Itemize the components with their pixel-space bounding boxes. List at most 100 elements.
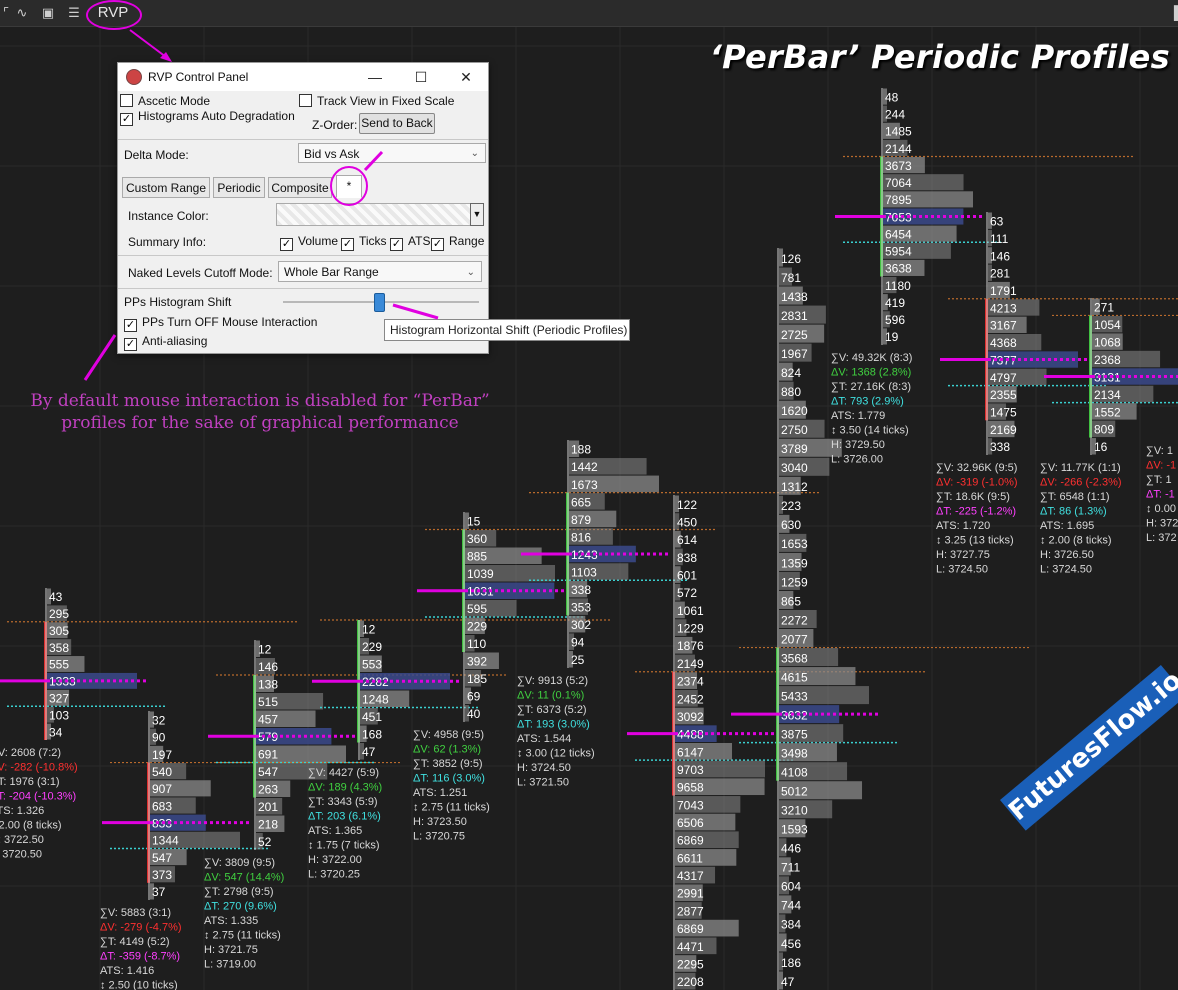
report-icon[interactable]: ▣	[40, 5, 56, 21]
pps-mouse-checkbox[interactable]: ✓ PPs Turn OFF Mouse Interaction	[124, 315, 317, 332]
row-volume-label: 146	[258, 660, 278, 674]
row-volume-label: 824	[781, 366, 801, 380]
checkmark-icon[interactable]: ✓	[341, 238, 354, 251]
row-volume-label: 185	[467, 672, 487, 686]
row-volume-label: 865	[781, 594, 801, 608]
panel-titlebar[interactable]: RVP Control Panel — ☐ ✕	[118, 63, 488, 91]
auto-degradation-checkbox[interactable]: ✓ Histograms Auto Degradation	[120, 109, 295, 126]
row-volume-label: 2134	[1094, 388, 1121, 402]
checkmark-icon[interactable]: ✓	[390, 238, 403, 251]
checkmark-icon[interactable]: ✓	[431, 238, 444, 251]
crosshair-icon[interactable]: ⌜	[0, 5, 14, 21]
summary-range-checkbox[interactable]: ✓ Range	[431, 234, 484, 251]
summary-volume-checkbox[interactable]: ✓ Volume	[280, 234, 338, 251]
row-volume-label: 229	[467, 620, 487, 634]
tab-custom-range[interactable]: Custom Range	[122, 177, 210, 198]
row-volume-label: 572	[677, 586, 697, 600]
edge-stat-label: H: 372	[1146, 518, 1178, 530]
close-icon[interactable]: ✕	[453, 67, 479, 87]
summary-stat-label: ΔV: -279 (-4.7%)	[100, 922, 182, 934]
app-icon	[126, 69, 142, 85]
list-icon[interactable]: ☰	[66, 5, 82, 21]
checkbox-icon[interactable]	[120, 94, 133, 107]
row-volume-label: 295	[49, 607, 69, 621]
summary-stat-label: ΔT: 116 (3.0%)	[413, 773, 485, 785]
summary-stat-label: H: 3724.50	[517, 762, 571, 774]
summary-stat-label: H: 3727.75	[936, 549, 990, 561]
checkmark-icon[interactable]: ✓	[124, 319, 137, 332]
color-dropdown-icon[interactable]: ▼	[470, 203, 484, 226]
row-volume-label: 2877	[677, 904, 704, 918]
row-volume-label: 2991	[677, 887, 704, 901]
summary-ticks-checkbox[interactable]: ✓ Ticks	[341, 234, 387, 251]
summary-stat-label: ∑V: 49.32K (8:3)	[831, 352, 912, 364]
delta-mode-select[interactable]: Bid vs Ask ⌄	[298, 143, 486, 163]
row-volume-label: 302	[571, 618, 591, 632]
row-volume-label: 19	[885, 330, 899, 344]
row-volume-label: 3638	[885, 262, 912, 276]
row-volume-label: 110	[467, 637, 486, 651]
toolbar: ⌜ ∿ ▣ ☰ RVP ▐	[0, 0, 1178, 30]
summary-stat-label: ∑V: 3809 (9:5)	[204, 857, 275, 869]
row-volume-label: 281	[990, 267, 1010, 281]
summary-stat-label: ΔV: 1368 (2.8%)	[831, 367, 911, 379]
row-volume-label: 744	[781, 899, 801, 913]
summary-stat-label: ΔT: -359 (-8.7%)	[100, 951, 180, 963]
minimize-icon[interactable]: —	[362, 67, 388, 87]
row-volume-label: 47	[781, 975, 795, 989]
row-volume-label: 111	[990, 232, 1009, 246]
row-volume-label: 338	[990, 440, 1010, 454]
summary-stat-label: ∑T: 1976 (3:1)	[0, 776, 60, 788]
summary-stat-label: ∑T: 3343 (5:9)	[308, 796, 378, 808]
edge-stat-label: ΔV: -1	[1146, 460, 1176, 472]
pps-shift-label: PPs Histogram Shift	[124, 295, 232, 309]
ascetic-mode-checkbox[interactable]: Ascetic Mode	[120, 94, 210, 108]
checkmark-icon[interactable]: ✓	[124, 338, 137, 351]
row-volume-label: 103	[49, 708, 69, 722]
pps-shift-slider-thumb[interactable]	[374, 293, 385, 312]
row-volume-label: 2374	[677, 675, 704, 689]
checkmark-icon[interactable]: ✓	[280, 238, 293, 251]
scroll-handle-icon[interactable]: ▐	[1166, 5, 1178, 21]
tab-composite[interactable]: Composite	[268, 177, 332, 198]
summary-ats-checkbox[interactable]: ✓ ATS	[390, 234, 430, 251]
edge-stat-label: ∑V: 1	[1146, 445, 1173, 457]
instance-color-swatch[interactable]	[276, 203, 472, 226]
summary-stat-label: ∑V: 11.77K (1:1)	[1040, 462, 1121, 474]
page-title: ‘PerBar’ Periodic Profiles	[709, 38, 1170, 76]
summary-stat-label: ∑T: 6548 (1:1)	[1040, 491, 1110, 503]
delta-mode-label: Delta Mode:	[124, 148, 189, 162]
summary-info-label: Summary Info:	[128, 235, 207, 249]
row-volume-label: 263	[258, 783, 278, 797]
row-volume-label: 1248	[362, 693, 389, 707]
maximize-icon[interactable]: ☐	[408, 67, 434, 87]
row-volume-label: 547	[152, 851, 172, 865]
row-volume-label: 838	[677, 551, 697, 565]
divider	[118, 255, 488, 256]
summary-stat-label: ΔV: -266 (-2.3%)	[1040, 477, 1122, 489]
panel-title: RVP Control Panel	[148, 70, 249, 84]
summary-stat-label: ATS: 1.695	[1040, 520, 1094, 532]
checkmark-icon[interactable]: ✓	[120, 113, 133, 126]
row-volume-label: 6506	[677, 816, 704, 830]
chevron-down-icon: ⌄	[470, 148, 479, 159]
chart-stage[interactable]: 43295305358555133332710334∑V: 2608 (7:2)…	[0, 0, 1178, 990]
row-volume-label: 244	[885, 107, 905, 121]
row-volume-label: 6869	[677, 922, 704, 936]
row-volume-label: 358	[49, 641, 69, 655]
antialias-checkbox[interactable]: ✓ Anti-aliasing	[124, 334, 207, 351]
row-volume-label: 4317	[677, 869, 704, 883]
tab-perbar[interactable]: *	[336, 175, 362, 198]
tab-periodic[interactable]: Periodic	[213, 177, 265, 198]
row-volume-label: 4108	[781, 766, 808, 780]
naked-levels-select[interactable]: Whole Bar Range ⌄	[278, 261, 482, 282]
summary-stat-label: ΔT: 193 (3.0%)	[517, 719, 590, 731]
line-chart-icon[interactable]: ∿	[14, 5, 30, 21]
send-to-back-button[interactable]: Send to Back	[359, 113, 435, 134]
checkbox-icon[interactable]	[299, 94, 312, 107]
summary-stat-label: ΔV: 62 (1.3%)	[413, 744, 481, 756]
summary-stat-label: L: 3724.50	[936, 564, 988, 576]
row-volume-label: 1653	[781, 537, 808, 551]
row-volume-label: 2149	[677, 657, 704, 671]
track-view-checkbox[interactable]: Track View in Fixed Scale	[299, 94, 454, 108]
